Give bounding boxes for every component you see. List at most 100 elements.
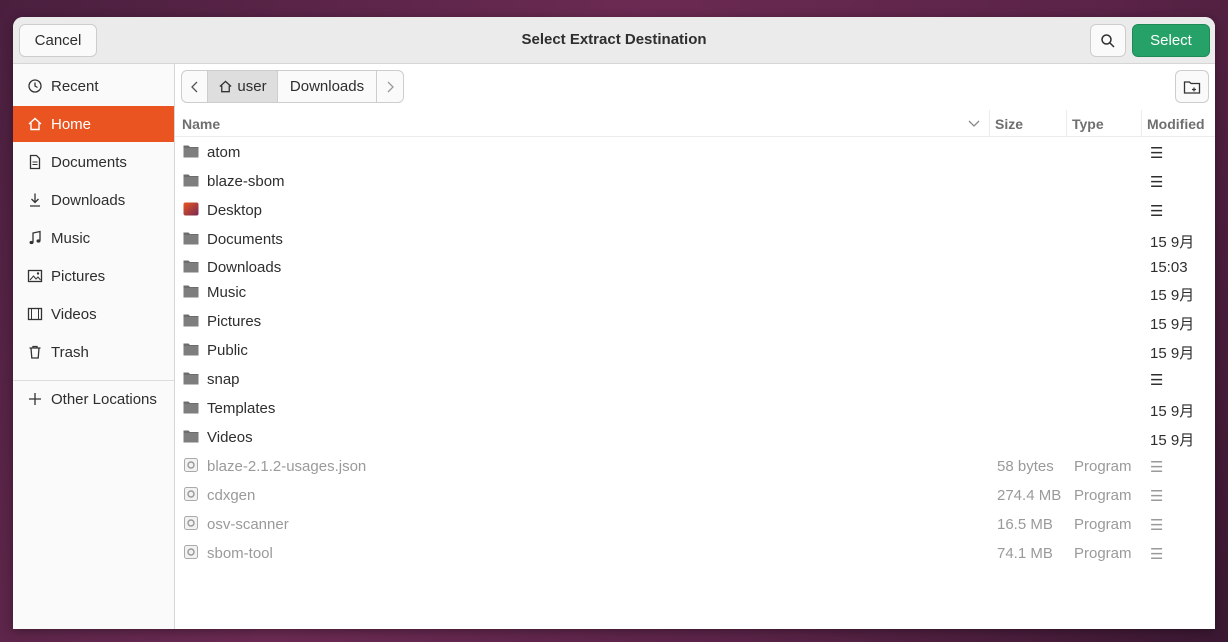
sidebar-item-label: Downloads — [51, 191, 126, 209]
file-row[interactable]: Music 15 9月 — [175, 278, 1215, 307]
column-name[interactable]: Name — [182, 116, 220, 132]
sidebar-item-label: Trash — [51, 343, 89, 361]
folder-icon — [183, 401, 199, 414]
column-header: Name Size Type Modified — [175, 110, 1215, 137]
trash-icon — [25, 344, 45, 360]
chevron-left-icon — [190, 81, 197, 92]
column-type[interactable]: Type — [1072, 116, 1104, 132]
file-modified: ☰ — [1150, 517, 1164, 534]
file-row[interactable]: Desktop ☰ — [175, 196, 1215, 225]
path-forward-button[interactable] — [377, 71, 403, 102]
folder-icon — [183, 145, 199, 158]
sidebar-item-other-locations[interactable]: Other Locations — [13, 381, 174, 417]
file-row[interactable]: atom ☰ — [175, 138, 1215, 167]
sidebar-item-music[interactable]: Music — [13, 220, 174, 256]
music-icon — [25, 230, 45, 246]
chevron-right-icon — [387, 81, 394, 92]
path-segment-downloads[interactable]: Downloads — [278, 71, 377, 102]
file-modified: ☰ — [1150, 203, 1164, 220]
download-icon — [25, 192, 45, 208]
path-segment-home[interactable]: user — [208, 71, 278, 102]
new-folder-button[interactable] — [1175, 70, 1209, 103]
sidebar-item-videos[interactable]: Videos — [13, 296, 174, 332]
column-separator — [1141, 110, 1142, 136]
file-name: Music — [207, 284, 247, 301]
file-name: Templates — [207, 400, 276, 417]
file-row[interactable]: sbom-tool 74.1 MB Program ☰ — [175, 539, 1215, 568]
column-size[interactable]: Size — [995, 116, 1023, 132]
file-type: Program — [1074, 545, 1132, 562]
picture-icon — [25, 268, 45, 284]
file-view: user Downloads Name Size Type Modified a… — [175, 64, 1215, 629]
sidebar-item-home[interactable]: Home — [13, 106, 174, 142]
executable-file-icon — [184, 487, 198, 501]
executable-file-icon — [184, 516, 198, 530]
file-modified: 15 9月 — [1150, 345, 1195, 362]
sidebar-item-label: Documents — [51, 153, 127, 171]
path-back-button[interactable] — [182, 71, 208, 102]
file-modified: 15 9月 — [1150, 403, 1195, 420]
sort-chevron-down-icon — [968, 120, 980, 127]
file-size: 74.1 MB — [997, 545, 1053, 562]
file-name: Pictures — [207, 313, 262, 330]
file-row[interactable]: Documents 15 9月 — [175, 225, 1215, 254]
file-modified: 15:03 — [1150, 259, 1188, 276]
file-name: cdxgen — [207, 487, 256, 504]
sidebar-item-trash[interactable]: Trash — [13, 334, 174, 370]
sidebar-item-label: Pictures — [51, 267, 106, 285]
file-name: Videos — [207, 429, 253, 446]
select-button[interactable]: Select — [1132, 24, 1210, 57]
file-row[interactable]: osv-scanner 16.5 MB Program ☰ — [175, 510, 1215, 539]
executable-file-icon — [184, 545, 198, 559]
file-size: 16.5 MB — [997, 516, 1053, 533]
folder-icon — [183, 260, 199, 273]
file-modified: 15 9月 — [1150, 432, 1195, 449]
sidebar-item-downloads[interactable]: Downloads — [13, 182, 174, 218]
sidebar-item-pictures[interactable]: Pictures — [13, 258, 174, 294]
executable-file-icon — [184, 458, 198, 472]
file-row[interactable]: cdxgen 274.4 MB Program ☰ — [175, 481, 1215, 510]
video-icon — [25, 306, 45, 322]
file-name: blaze-sbom — [207, 173, 285, 190]
file-size: 274.4 MB — [997, 487, 1062, 504]
sidebar-item-label: Music — [51, 229, 91, 247]
home-icon — [25, 116, 45, 132]
sidebar-item-label: Recent — [51, 77, 99, 95]
column-separator — [989, 110, 990, 136]
file-modified: ☰ — [1150, 488, 1164, 505]
sidebar: Recent Home Documents Downloads Music Pi… — [13, 64, 175, 629]
sidebar-item-recent[interactable]: Recent — [13, 68, 174, 104]
file-name: Documents — [207, 231, 283, 248]
file-name: Desktop — [207, 202, 263, 219]
folder-icon — [183, 232, 199, 245]
dialog-title: Select Extract Destination — [521, 31, 707, 48]
sidebar-item-label: Other Locations — [51, 390, 157, 408]
file-modified: 15 9月 — [1150, 316, 1195, 333]
file-row[interactable]: blaze-2.1.2-usages.json 58 bytes Program ☰ — [175, 452, 1215, 481]
file-name: blaze-2.1.2-usages.json — [207, 458, 367, 475]
search-button[interactable] — [1090, 24, 1126, 57]
sidebar-item-documents[interactable]: Documents — [13, 144, 174, 180]
file-type: Program — [1074, 516, 1132, 533]
folder-icon — [183, 174, 199, 187]
file-modified: 15 9月 — [1150, 287, 1195, 304]
file-name: atom — [207, 144, 241, 161]
file-name: snap — [207, 371, 240, 388]
file-name: Public — [207, 342, 248, 359]
column-modified[interactable]: Modified — [1147, 116, 1205, 132]
folder-icon — [183, 343, 199, 356]
cancel-button[interactable]: Cancel — [19, 24, 97, 57]
file-row[interactable]: Templates 15 9月 — [175, 394, 1215, 423]
file-row[interactable]: Public 15 9月 — [175, 336, 1215, 365]
file-row[interactable]: snap ☰ — [175, 365, 1215, 394]
file-row[interactable]: Videos 15 9月 — [175, 423, 1215, 452]
home-icon — [219, 80, 232, 93]
file-row[interactable]: Pictures 15 9月 — [175, 307, 1215, 336]
clock-icon — [25, 78, 45, 94]
file-type: Program — [1074, 487, 1132, 504]
file-row[interactable]: blaze-sbom ☰ — [175, 167, 1215, 196]
file-modified: 15 9月 — [1150, 234, 1195, 251]
file-name: Downloads — [207, 259, 282, 276]
document-icon — [25, 154, 45, 170]
header-bar: Cancel Select Extract Destination Select — [13, 17, 1215, 64]
